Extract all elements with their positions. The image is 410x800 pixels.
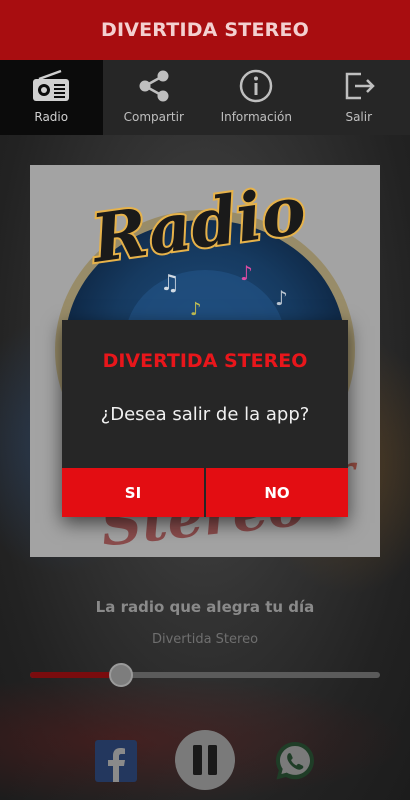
radio-icon (31, 68, 71, 104)
tab-share[interactable]: Compartir (103, 60, 206, 135)
station-name: Divertida Stereo (151, 632, 259, 647)
svg-text:♪: ♪ (275, 286, 288, 310)
tab-radio[interactable]: Radio (0, 60, 103, 135)
dialog-message: ¿Desea salir de la app? (100, 404, 310, 425)
dialog-buttons: SI NO (62, 468, 348, 517)
dialog-title: DIVERTIDA STEREO (102, 350, 308, 372)
seek-bar-thumb[interactable] (109, 663, 133, 687)
info-icon (236, 68, 276, 104)
tab-exit[interactable]: Salir (308, 60, 410, 135)
app-title: DIVERTIDA STEREO (100, 19, 309, 41)
seek-bar-progress (30, 672, 121, 678)
exit-dialog: DIVERTIDA STEREO ¿Desea salir de la app?… (62, 320, 348, 517)
tab-info[interactable]: Información (205, 60, 308, 135)
share-icon (134, 68, 174, 104)
svg-text:♪: ♪ (240, 261, 253, 285)
tab-info-label: Información (220, 110, 292, 124)
exit-icon (339, 68, 379, 104)
tab-share-label: Compartir (123, 110, 184, 124)
tab-exit-label: Salir (345, 110, 373, 124)
yes-button[interactable]: SI (62, 468, 204, 517)
tagline: La radio que alegra tu día (95, 598, 315, 616)
svg-text:♪: ♪ (190, 299, 202, 320)
svg-text:♫: ♫ (160, 271, 180, 296)
no-button[interactable]: NO (204, 468, 348, 517)
pause-icon (193, 745, 217, 775)
whatsapp-icon[interactable] (273, 739, 317, 783)
pause-button[interactable] (175, 730, 235, 790)
tab-radio-label: Radio (34, 110, 69, 124)
facebook-icon[interactable] (95, 740, 137, 782)
app-bar: DIVERTIDA STEREO (0, 0, 410, 60)
tab-bar: Radio Compartir Información Salir (0, 60, 410, 135)
